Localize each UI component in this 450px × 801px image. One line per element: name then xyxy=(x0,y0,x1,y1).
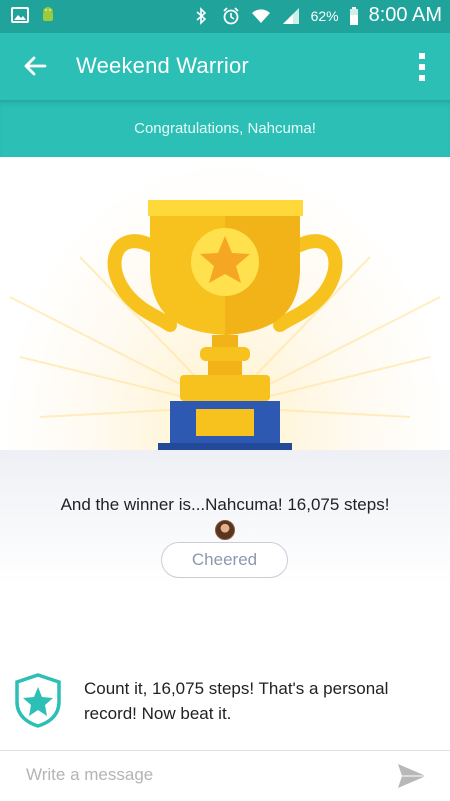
message-input[interactable]: Write a message xyxy=(26,765,153,785)
android-icon xyxy=(43,7,53,21)
status-right-icons: 62% 8:00 AM xyxy=(191,4,442,27)
star-badge-icon xyxy=(15,673,61,728)
personal-record-text: Count it, 16,075 steps! That's a persona… xyxy=(84,679,389,723)
winner-text: And the winner is...Nahcuma! 16,075 step… xyxy=(60,495,390,514)
trophy-icon xyxy=(9,200,441,450)
personal-record-row: Count it, 16,075 steps! That's a persona… xyxy=(0,672,450,732)
alarm-icon xyxy=(222,6,239,24)
page-title: Weekend Warrior xyxy=(76,53,249,78)
image-icon xyxy=(11,7,29,23)
message-bar: Write a message xyxy=(0,750,450,801)
arrow-left-icon[interactable] xyxy=(20,51,50,81)
cheered-button[interactable]: Cheered xyxy=(161,542,288,578)
status-bar: 62% 8:00 AM xyxy=(0,0,450,33)
wifi-icon xyxy=(251,8,270,23)
avatar xyxy=(215,520,235,540)
status-left-icons xyxy=(10,5,58,25)
trophy-illustration-area xyxy=(0,157,450,450)
more-vert-icon[interactable] xyxy=(416,51,428,83)
battery-icon xyxy=(349,6,358,25)
battery-percent: 62% xyxy=(310,7,339,24)
send-icon[interactable] xyxy=(396,761,428,791)
result-card: And the winner is...Nahcuma! 16,075 step… xyxy=(0,450,450,750)
congrats-banner: Congratulations, Nahcuma! xyxy=(0,100,450,157)
clock: 8:00 AM xyxy=(368,4,442,26)
bluetooth-icon xyxy=(196,6,206,25)
app-toolbar: Weekend Warrior xyxy=(0,33,450,100)
signal-icon xyxy=(282,7,299,24)
